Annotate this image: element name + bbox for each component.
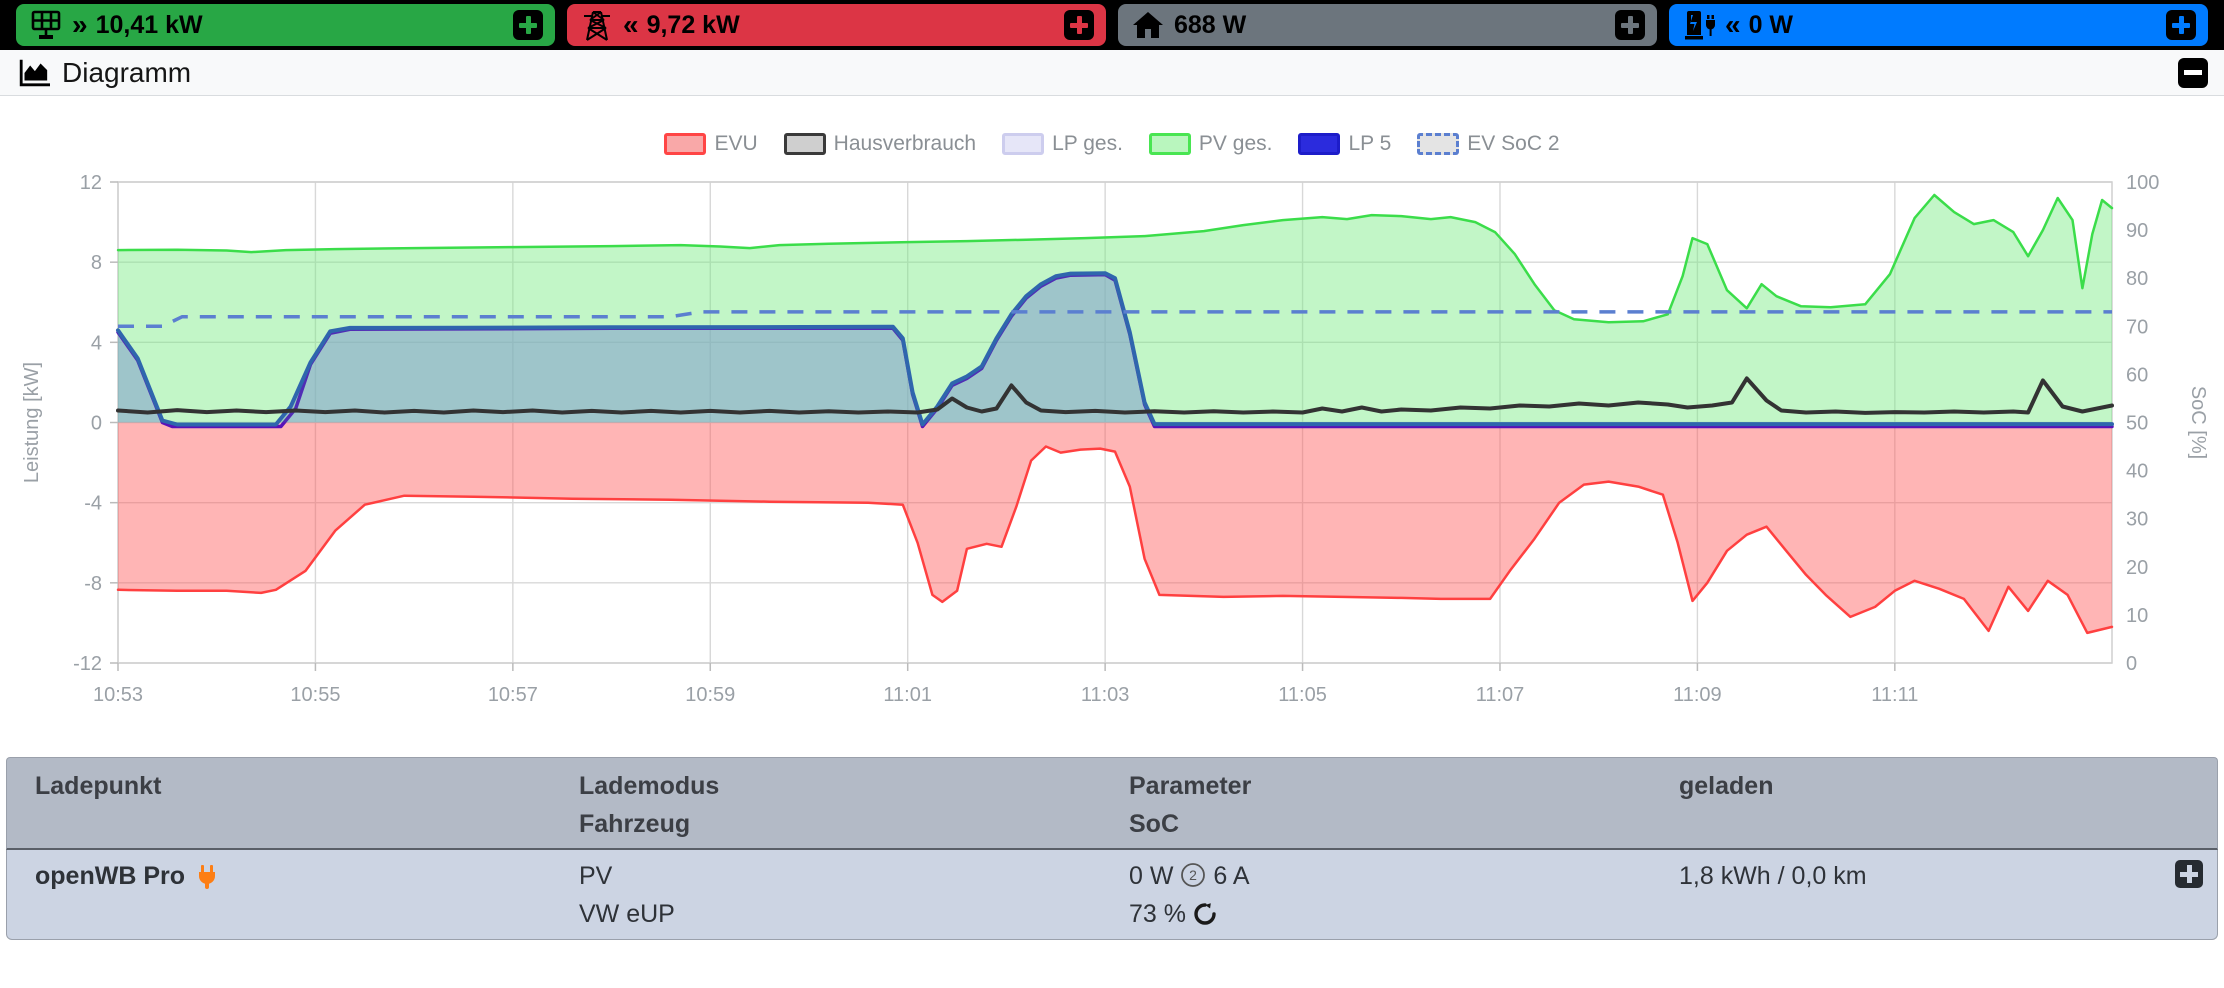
svg-text:11:01: 11:01 [883, 684, 932, 706]
pv-power-value: 10,41 kW [95, 10, 203, 39]
status-box-house[interactable]: 688 W [1118, 4, 1657, 46]
chargepoint-name: openWB Pro [35, 862, 185, 890]
col-geladen: geladen [1679, 772, 1774, 800]
svg-text:-12: -12 [73, 653, 102, 675]
pylon-icon [584, 11, 610, 41]
chargepoint-row[interactable]: openWB Pro PV VW eUP 0 W 2 6 A 73 % 1,8 … [6, 850, 2218, 940]
legend-item-evu[interactable]: EVU [664, 132, 758, 156]
plus-square-icon[interactable] [1615, 10, 1645, 40]
legend-label: PV ges. [1198, 132, 1273, 155]
svg-text:10:55: 10:55 [290, 684, 340, 706]
refresh-icon[interactable] [1193, 902, 1217, 926]
col-lademodus: Lademodus [579, 772, 720, 800]
col-ladepunkt: Ladepunkt [35, 772, 162, 800]
phases-icon: 2 [1181, 863, 1206, 887]
svg-text:11:11: 11:11 [1871, 684, 1918, 706]
svg-text:11:07: 11:07 [1476, 684, 1525, 706]
svg-text:40: 40 [2126, 461, 2148, 483]
legend-swatch [1002, 133, 1045, 155]
col-soc: SoC [1129, 810, 1179, 838]
svg-text:70: 70 [2126, 316, 2148, 338]
flow-arrow: « [1725, 9, 1741, 40]
plus-square-icon[interactable] [513, 10, 543, 40]
svg-text:12: 12 [80, 172, 102, 194]
legend-item-lp-5[interactable]: LP 5 [1298, 132, 1391, 156]
legend-item-lp-ges-[interactable]: LP ges. [1002, 132, 1123, 156]
legend-label: EV SoC 2 [1467, 132, 1560, 155]
svg-text:-4: -4 [84, 493, 102, 515]
chargepoint-table: Ladepunkt Lademodus Fahrzeug Parameter S… [6, 757, 2218, 940]
legend-swatch [1298, 133, 1341, 155]
svg-text:0: 0 [2126, 653, 2137, 675]
page-title: Diagramm [62, 56, 192, 88]
svg-text:11:03: 11:03 [1081, 684, 1130, 706]
svg-text:80: 80 [2126, 268, 2148, 290]
status-box-charge[interactable]: « 0 W [1669, 4, 2208, 46]
soc-value: 73 % [1129, 900, 1186, 928]
table-header: Ladepunkt Lademodus Fahrzeug Parameter S… [6, 757, 2218, 850]
legend-swatch [1417, 133, 1460, 155]
house-icon [1133, 12, 1163, 38]
plus-square-icon[interactable] [2166, 10, 2196, 40]
diagram-header: Diagramm [0, 50, 2224, 96]
house-power-value: 688 W [1174, 10, 1247, 39]
charge-power-value: 0 W [1748, 10, 1794, 39]
status-box-pv[interactable]: » 10,41 kW [16, 4, 555, 46]
legend-item-pv-ges-[interactable]: PV ges. [1148, 132, 1273, 156]
legend-label: LP 5 [1348, 132, 1392, 155]
legend-label: LP ges. [1052, 132, 1123, 155]
svg-text:4: 4 [91, 332, 102, 354]
svg-text:10:53: 10:53 [93, 684, 143, 706]
charged-energy: 1,8 kWh / 0,0 km [1679, 862, 1867, 890]
svg-text:90: 90 [2126, 220, 2148, 242]
svg-text:100: 100 [2126, 172, 2159, 194]
legend-label: Hausverbrauch [833, 132, 977, 155]
area-chart-icon [19, 59, 50, 86]
svg-text:2: 2 [1190, 867, 1198, 883]
param-current: 6 A [1213, 862, 1250, 890]
svg-text:10:57: 10:57 [488, 684, 538, 706]
chart-legend: EVU Hausverbrauch LP ges. PV ges. LP 5 EV SoC… [0, 132, 2224, 156]
svg-text:0: 0 [91, 413, 102, 435]
collapse-minus-icon[interactable] [2178, 57, 2208, 88]
legend-item-hausverbrauch[interactable]: Hausverbrauch [783, 132, 977, 156]
left-axis-title: Leistung [kW] [21, 362, 43, 483]
svg-text:10: 10 [2126, 605, 2148, 627]
col-parameter: Parameter [1129, 772, 1252, 800]
svg-text:50: 50 [2126, 413, 2148, 435]
vehicle-name: VW eUP [579, 900, 675, 928]
svg-text:8: 8 [91, 252, 102, 274]
plug-icon [199, 864, 215, 889]
legend-swatch [664, 133, 707, 155]
solar-panel-icon [31, 10, 61, 39]
flow-arrow: » [72, 9, 88, 40]
status-box-grid[interactable]: « 9,72 kW [567, 4, 1106, 46]
svg-text:10:59: 10:59 [685, 684, 735, 706]
svg-text:-8: -8 [84, 573, 102, 595]
legend-swatch [783, 133, 826, 155]
legend-swatch [1148, 133, 1191, 155]
legend-item-ev-soc-2[interactable]: EV SoC 2 [1417, 132, 1560, 156]
right-axis-title: SoC [%] [2187, 386, 2209, 459]
top-status-bar: » 10,41 kW « 9,72 kW 688 W « 0 W [0, 0, 2224, 50]
row-plus-icon[interactable] [2175, 860, 2203, 888]
svg-text:11:05: 11:05 [1278, 684, 1327, 706]
power-soc-chart: -12 -8 -4 0 4 8 12 0 10 20 30 40 50 60 70 80 90 100 10:53 1… [21, 172, 2209, 706]
flow-arrow: « [623, 9, 639, 40]
grid-power-value: 9,72 kW [646, 10, 740, 39]
col-fahrzeug: Fahrzeug [579, 810, 691, 838]
charge-mode: PV [579, 862, 613, 890]
svg-text:60: 60 [2126, 364, 2148, 386]
svg-text:30: 30 [2126, 509, 2148, 531]
plus-square-icon[interactable] [1064, 10, 1094, 40]
svg-text:11:09: 11:09 [1673, 684, 1722, 706]
legend-label: EVU [714, 132, 758, 155]
charging-station-icon [1685, 11, 1715, 40]
param-power: 0 W [1129, 862, 1174, 890]
svg-text:20: 20 [2126, 557, 2148, 579]
